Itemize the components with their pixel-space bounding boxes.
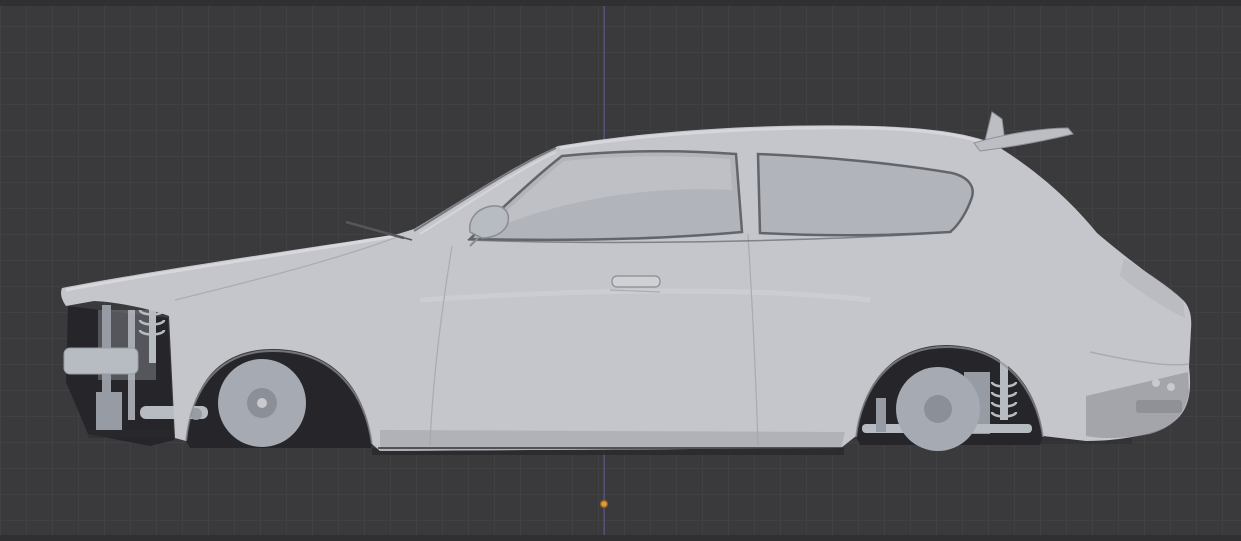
- car-model[interactable]: [61, 111, 1192, 455]
- front-under-shadow: [88, 430, 188, 438]
- viewport-canvas[interactable]: [0, 0, 1241, 541]
- front-bracket[interactable]: [96, 392, 122, 430]
- rear-reflector-right: [1167, 383, 1175, 391]
- door-handle[interactable]: [611, 275, 661, 288]
- 3d-viewport[interactable]: [0, 0, 1241, 541]
- origin-marker: [599, 499, 609, 509]
- rear-valance-slot: [1136, 400, 1182, 413]
- rear-link[interactable]: [876, 398, 886, 432]
- viewport-bottom-border: [0, 535, 1241, 541]
- rear-reflector-left: [1152, 379, 1160, 387]
- viewport-top-border: [0, 0, 1241, 6]
- front-crash-bar[interactable]: [63, 347, 139, 375]
- rear-brake-hub[interactable]: [924, 395, 952, 423]
- front-hub-cap: [257, 398, 267, 408]
